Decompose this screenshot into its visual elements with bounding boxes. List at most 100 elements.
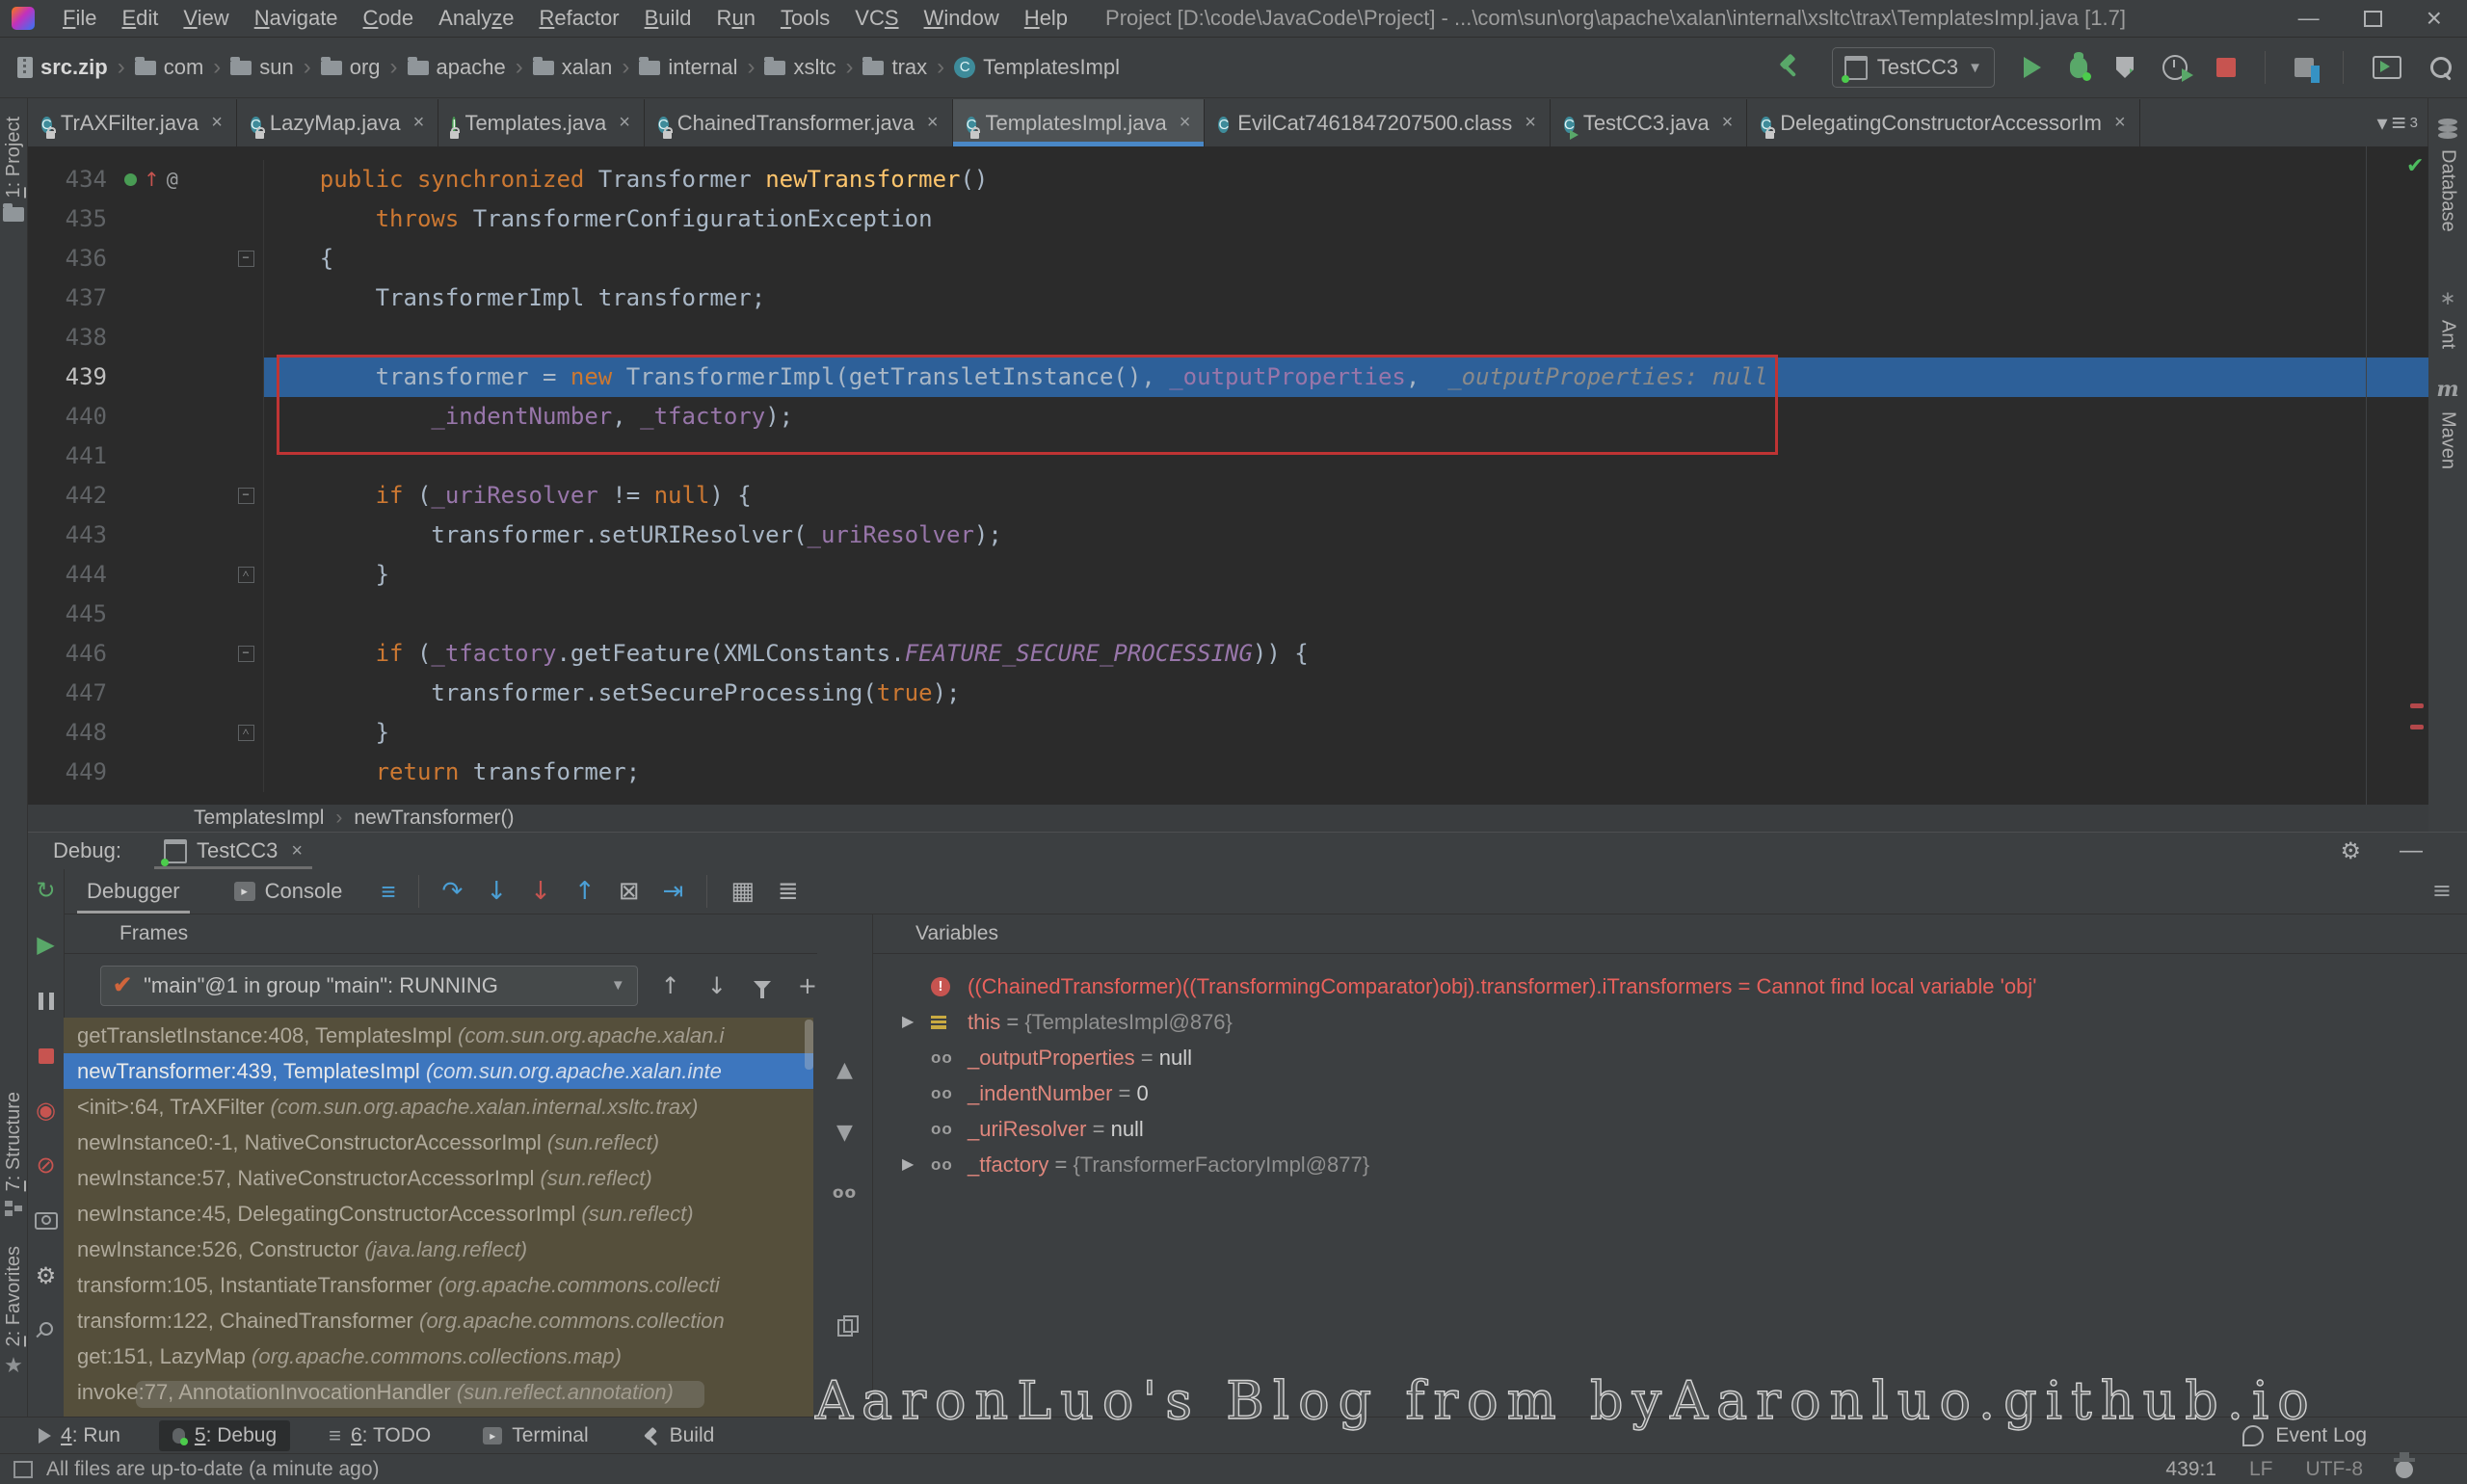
debug-session-tab[interactable]: TestCC3 × xyxy=(154,833,312,869)
step-into-button[interactable]: ↓ xyxy=(486,877,507,906)
maximize-button[interactable] xyxy=(2364,11,2382,27)
run-configuration-select[interactable]: TestCC3 ▼ xyxy=(1832,47,1995,88)
view-breakpoints-button[interactable]: ◉ xyxy=(28,1097,64,1124)
breadcrumb-item[interactable]: src.zip xyxy=(17,55,108,80)
code-line[interactable]: 449 return transformer; xyxy=(28,753,2428,792)
settings-gear-icon[interactable]: ⚙ xyxy=(2340,837,2361,864)
sidebar-item-project[interactable]: 1: Project xyxy=(0,117,27,222)
layout-options-icon[interactable]: ≡ xyxy=(381,877,394,907)
stop-process-button[interactable] xyxy=(28,1043,64,1070)
run-button[interactable] xyxy=(2024,57,2041,78)
move-up-icon[interactable]: ▲ xyxy=(817,1058,872,1082)
variable-row[interactable]: oo_uriResolver = null xyxy=(873,1111,2467,1147)
stack-frame-row[interactable]: newInstance:526, Constructor (java.lang.… xyxy=(64,1232,813,1267)
editor-tab[interactable]: CTrAXFilter.java× xyxy=(28,99,237,146)
highlighting-level-icon[interactable] xyxy=(2396,1461,2413,1478)
code-line[interactable]: 448˄ } xyxy=(28,713,2428,753)
build-project-button[interactable] xyxy=(1778,55,1803,80)
menu-item-run[interactable]: Run xyxy=(704,6,768,31)
project-structure-button[interactable] xyxy=(2295,58,2314,77)
code-line[interactable]: 442− if (_uriResolver != null) { xyxy=(28,476,2428,516)
fold-start-icon[interactable]: − xyxy=(238,251,254,267)
menu-item-code[interactable]: Code xyxy=(351,6,427,31)
sidebar-item-structure[interactable]: 7: Structure xyxy=(0,1092,27,1216)
sidebar-item-database[interactable]: Database xyxy=(2428,119,2467,232)
pin-tab-icon[interactable] xyxy=(28,1314,64,1341)
sidebar-item-ant[interactable]: ∗Ant xyxy=(2428,286,2467,349)
frame-down-icon[interactable]: ↓ xyxy=(707,972,727,999)
breadcrumb-class[interactable]: TemplatesImpl xyxy=(194,807,324,830)
variable-row[interactable]: ▶this = {TemplatesImpl@876} xyxy=(873,1004,2467,1040)
menu-item-edit[interactable]: Edit xyxy=(109,6,171,31)
variable-row[interactable]: ▶oo_tfactory = {TransformerFactoryImpl@8… xyxy=(873,1147,2467,1182)
breadcrumb-item[interactable]: internal xyxy=(639,55,737,80)
editor-tab[interactable]: ITemplates.java× xyxy=(438,99,645,146)
menu-item-build[interactable]: Build xyxy=(632,6,704,31)
breadcrumb-item[interactable]: sun xyxy=(230,55,293,80)
stack-frame-row[interactable]: newInstance0:-1, NativeConstructorAccess… xyxy=(64,1125,813,1160)
editor-tab[interactable]: CTemplatesImpl.java× xyxy=(953,99,1206,146)
close-icon[interactable]: × xyxy=(619,112,630,134)
fold-end-icon[interactable]: ˄ xyxy=(238,567,254,583)
breadcrumb-item[interactable]: apache xyxy=(408,55,506,80)
breadcrumb-item[interactable]: org xyxy=(321,55,381,80)
evaluate-expression-button[interactable]: ▦ xyxy=(730,877,755,906)
menu-item-vcs[interactable]: VCS xyxy=(842,6,911,31)
sidebar-item-maven[interactable]: mMaven xyxy=(2428,377,2467,469)
toolwindows-toggle-icon[interactable] xyxy=(13,1461,33,1478)
stack-frame-row[interactable]: <init>:64, TrAXFilter (com.sun.org.apach… xyxy=(64,1089,813,1125)
debug-button[interactable] xyxy=(2070,57,2087,78)
stack-frame-row[interactable]: newInstance:57, NativeConstructorAccesso… xyxy=(64,1160,813,1196)
editor-tab[interactable]: CChainedTransformer.java× xyxy=(645,99,953,146)
close-icon[interactable]: × xyxy=(413,112,425,134)
code-line[interactable]: 445 xyxy=(28,595,2428,634)
code-line[interactable]: 444˄ } xyxy=(28,555,2428,595)
frames-scrollbar[interactable] xyxy=(805,1020,813,1070)
pause-button[interactable] xyxy=(28,989,64,1016)
add-icon[interactable]: + xyxy=(798,972,817,999)
code-line[interactable]: 447 transformer.setSecureProcessing(true… xyxy=(28,674,2428,713)
restore-layout-icon[interactable]: ≡ xyxy=(2432,877,2452,904)
variable-row[interactable]: !((ChainedTransformer)((TransformingComp… xyxy=(873,968,2467,1004)
breadcrumb-item[interactable]: trax xyxy=(862,55,927,80)
expand-arrow-icon[interactable]: ▶ xyxy=(902,1004,914,1040)
menu-item-tools[interactable]: Tools xyxy=(768,6,842,31)
variable-row[interactable]: oo_outputProperties = null xyxy=(873,1040,2467,1075)
editor-tab[interactable]: CDelegatingConstructorAccessorIm× xyxy=(1747,99,2139,146)
stack-frame-row[interactable]: transform:122, ChainedTransformer (org.a… xyxy=(64,1303,813,1338)
menu-item-window[interactable]: Window xyxy=(912,6,1012,31)
run-with-coverage-button[interactable] xyxy=(2116,57,2134,78)
sidebar-item-favorites[interactable]: 2: Favorites★ xyxy=(0,1246,27,1375)
toolwindow-button-6-todo[interactable]: ≡6: TODO xyxy=(315,1419,444,1452)
run-anything-button[interactable] xyxy=(2373,56,2401,79)
toolwindow-button-4-run[interactable]: 4: Run xyxy=(25,1420,134,1451)
menu-item-refactor[interactable]: Refactor xyxy=(526,6,631,31)
close-icon[interactable]: × xyxy=(1525,112,1536,134)
stack-frame-row[interactable]: newTransformer:439, TemplatesImpl (com.s… xyxy=(64,1053,813,1089)
debug-settings-gear-icon[interactable]: ⚙ xyxy=(28,1262,64,1289)
fold-start-icon[interactable]: − xyxy=(238,488,254,504)
code-editor[interactable]: 434↑@ public synchronized Transformer ne… xyxy=(28,146,2428,805)
editor-tab[interactable]: CEvilCat7461847207500.class× xyxy=(1205,99,1551,146)
tab-debugger[interactable]: Debugger xyxy=(71,869,196,914)
toolwindow-button-5-debug[interactable]: 5: Debug xyxy=(159,1420,290,1451)
toolwindow-button-build[interactable]: Build xyxy=(627,1420,729,1451)
force-step-into-button[interactable]: ↓ xyxy=(530,877,551,906)
close-icon[interactable]: × xyxy=(1180,112,1191,134)
breadcrumb-method[interactable]: newTransformer() xyxy=(354,807,514,830)
stack-frame-row[interactable]: getTransletInstance:408, TemplatesImpl (… xyxy=(64,1018,813,1053)
code-line[interactable]: 436− { xyxy=(28,239,2428,278)
thread-dump-camera-icon[interactable] xyxy=(28,1208,64,1235)
close-icon[interactable]: × xyxy=(927,112,939,134)
tab-console[interactable]: ▸ Console xyxy=(219,869,358,914)
profiler-button[interactable] xyxy=(2162,55,2188,80)
breadcrumb-item[interactable]: CTemplatesImpl xyxy=(954,55,1120,80)
line-ending[interactable]: LF xyxy=(2249,1458,2273,1481)
stack-frame-row[interactable]: invoke:77, AnnotationInvocationHandler (… xyxy=(64,1374,813,1410)
menu-item-help[interactable]: Help xyxy=(1012,6,1080,31)
menu-item-analyze[interactable]: Analyze xyxy=(426,6,526,31)
code-line[interactable]: 443 transformer.setURIResolver(_uriResol… xyxy=(28,516,2428,555)
editor-tab[interactable]: CTestCC3.java× xyxy=(1551,99,1747,146)
variable-row[interactable]: oo_indentNumber = 0 xyxy=(873,1075,2467,1111)
menu-item-view[interactable]: View xyxy=(171,6,241,31)
